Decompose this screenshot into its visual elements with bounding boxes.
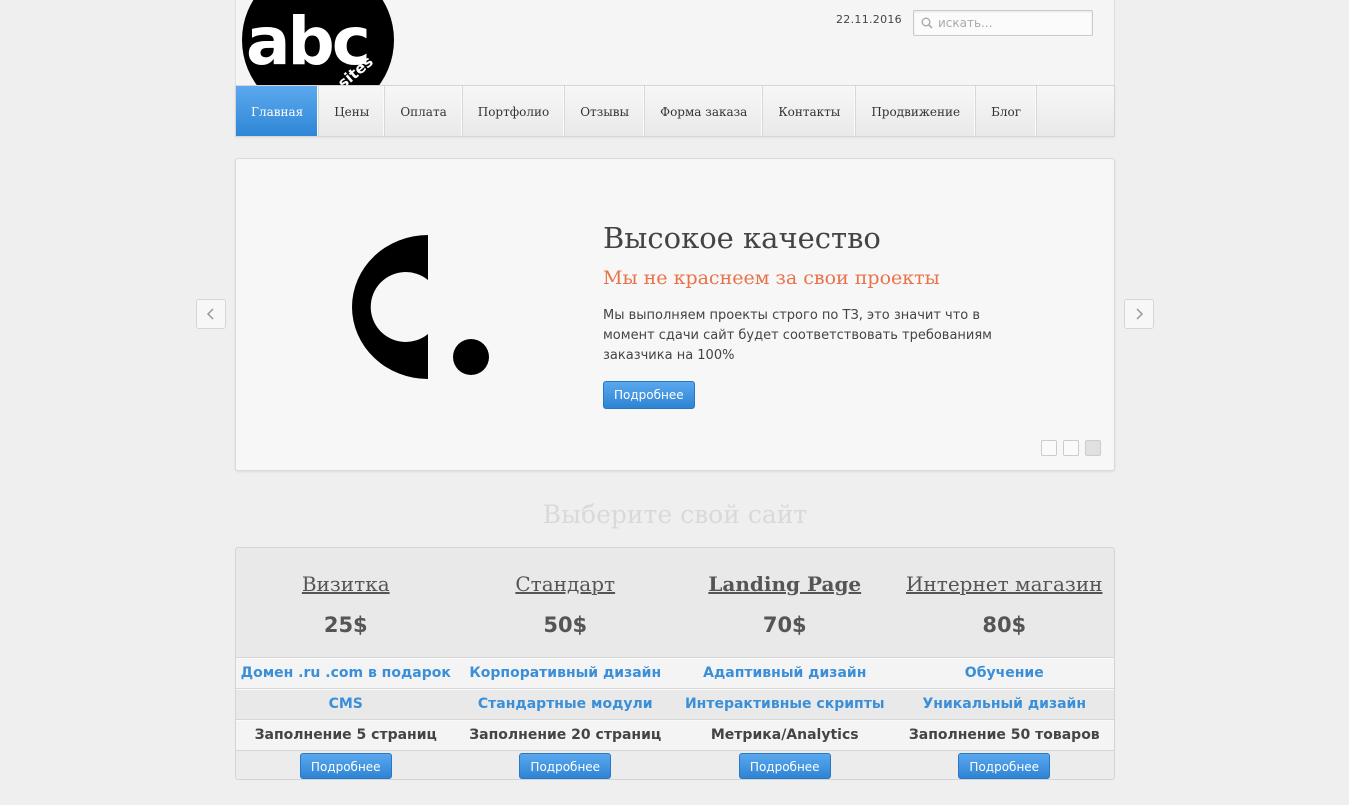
nav-item-promotion[interactable]: Продвижение bbox=[856, 86, 977, 136]
feature-row: Домен .ru .com в подарок Корпоративный д… bbox=[236, 657, 1114, 689]
nav-item-home[interactable]: Главная bbox=[236, 86, 320, 136]
nav-item-contacts[interactable]: Контакты bbox=[763, 86, 857, 136]
date-label: 22.11.2016 bbox=[836, 13, 902, 26]
slider-next-button[interactable] bbox=[1124, 299, 1154, 329]
feature-cell: Корпоративный дизайн bbox=[469, 665, 662, 681]
slider-pagination bbox=[1041, 440, 1101, 456]
c-dot-logo-icon bbox=[352, 235, 489, 379]
feature-cell: Домен .ru .com в подарок bbox=[240, 665, 451, 681]
plan-more-button[interactable]: Подробнее bbox=[519, 753, 612, 779]
slider-prev-button[interactable] bbox=[196, 299, 226, 329]
feature-cell: Обучение bbox=[964, 665, 1044, 681]
feature-row: Заполнение 5 страниц Заполнение 20 стран… bbox=[236, 719, 1114, 751]
feature-cell: CMS bbox=[328, 696, 363, 712]
slider-dot-active[interactable] bbox=[1085, 440, 1101, 456]
feature-row: CMS Стандартные модули Интерактивные скр… bbox=[236, 688, 1114, 720]
slide-text: Мы выполняем проекты строго по ТЗ, это з… bbox=[603, 308, 992, 363]
page-container: abc sites 22.11.2016 Главная Цены Оплата… bbox=[235, 0, 1115, 780]
main-nav: Главная Цены Оплата Портфолио Отзывы Фор… bbox=[235, 85, 1115, 137]
plan-name-link[interactable]: Стандарт bbox=[456, 572, 676, 596]
slider-dot[interactable] bbox=[1041, 440, 1057, 456]
plan-buttons-row: Подробнее Подробнее Подробнее Подробнее bbox=[236, 750, 1115, 779]
slide-title: Высокое качество bbox=[603, 221, 881, 255]
site-logo[interactable]: abc sites bbox=[242, 0, 394, 85]
feature-cell: Интерактивные скрипты bbox=[684, 696, 885, 712]
plan-name-link[interactable]: Интернет магазин bbox=[895, 572, 1115, 596]
plan-headers: Визитка 25$ Стандарт 50$ Landing Page 70… bbox=[236, 548, 1114, 657]
plan-price: 25$ bbox=[323, 613, 368, 637]
nav-item-portfolio[interactable]: Портфолио bbox=[463, 86, 566, 136]
plan-button-cell: Подробнее bbox=[456, 751, 676, 779]
feature-cell: Адаптивный дизайн bbox=[703, 665, 867, 681]
feature-cell: Уникальный дизайн bbox=[922, 696, 1087, 712]
search-box[interactable] bbox=[913, 10, 1093, 36]
hero-slider: Высокое качество Мы не краснеем за свои … bbox=[235, 158, 1115, 471]
feature-cell: Стандартные модули bbox=[477, 696, 653, 712]
plan-name-link[interactable]: Визитка bbox=[236, 572, 456, 596]
plan-button-cell: Подробнее bbox=[895, 751, 1115, 779]
slide-subtitle: Мы не краснеем за свои проекты bbox=[603, 267, 940, 289]
search-input[interactable] bbox=[938, 14, 1088, 32]
slider-dot[interactable] bbox=[1063, 440, 1079, 456]
plan-more-button[interactable]: Подробнее bbox=[958, 753, 1051, 779]
nav-item-payment[interactable]: Оплата bbox=[385, 86, 463, 136]
plan-more-button[interactable]: Подробнее bbox=[299, 753, 392, 779]
nav-item-blog[interactable]: Блог bbox=[976, 86, 1038, 136]
plan-more-button[interactable]: Подробнее bbox=[738, 753, 831, 779]
nav-item-order-form[interactable]: Форма заказа bbox=[645, 86, 764, 136]
pricing-table: Визитка 25$ Стандарт 50$ Landing Page 70… bbox=[235, 547, 1115, 780]
plan-column: Визитка 25$ bbox=[236, 548, 456, 657]
chevron-right-icon bbox=[1136, 308, 1144, 320]
plan-price: 70$ bbox=[762, 613, 807, 637]
plan-button-cell: Подробнее bbox=[236, 751, 456, 779]
pricing-title: Выберите свой сайт bbox=[542, 500, 808, 529]
plan-name-link[interactable]: Landing Page bbox=[675, 572, 895, 596]
plan-price: 50$ bbox=[543, 613, 588, 637]
nav-item-prices[interactable]: Цены bbox=[319, 86, 386, 136]
feature-cell: Заполнение 20 страниц bbox=[469, 727, 662, 743]
plan-column: Landing Page 70$ bbox=[675, 548, 895, 657]
plan-button-cell: Подробнее bbox=[675, 751, 895, 779]
nav-item-reviews[interactable]: Отзывы bbox=[565, 86, 646, 136]
plan-column: Интернет магазин 80$ bbox=[895, 548, 1115, 657]
feature-cell: Заполнение 5 страниц bbox=[254, 727, 437, 743]
search-icon bbox=[921, 17, 933, 29]
slide-more-button[interactable]: Подробнее bbox=[603, 381, 695, 409]
plan-price: 80$ bbox=[982, 613, 1027, 637]
feature-cell: Заполнение 50 товаров bbox=[908, 727, 1100, 743]
plan-column: Стандарт 50$ bbox=[456, 548, 676, 657]
feature-cell: Метрика/Analytics bbox=[710, 727, 859, 743]
chevron-left-icon bbox=[206, 308, 214, 320]
header: abc sites 22.11.2016 bbox=[235, 0, 1115, 85]
